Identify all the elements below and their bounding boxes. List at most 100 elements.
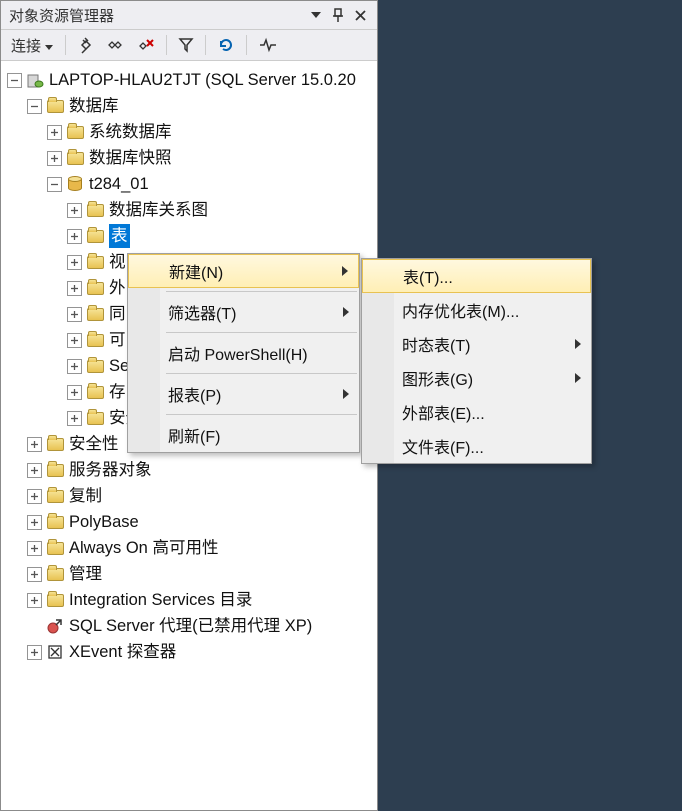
submenu-memory-label: 内存优化表(M)... bbox=[402, 298, 519, 322]
collapse-icon[interactable] bbox=[47, 177, 62, 192]
menu-filter-label: 筛选器(T) bbox=[168, 300, 236, 324]
submenu-arrow-icon bbox=[343, 389, 349, 399]
tree-db-diagrams-node[interactable]: 数据库关系图 bbox=[5, 197, 377, 223]
submenu-graph[interactable]: 图形表(G) bbox=[362, 361, 591, 395]
tree-management-node[interactable]: 管理 bbox=[5, 561, 377, 587]
folder-icon bbox=[66, 124, 84, 140]
server-icon bbox=[26, 72, 44, 88]
expand-icon[interactable] bbox=[27, 593, 42, 608]
folder-icon bbox=[46, 592, 64, 608]
db-diagrams-label: 数据库关系图 bbox=[109, 198, 208, 223]
close-icon[interactable] bbox=[349, 4, 371, 26]
expand-icon[interactable] bbox=[67, 333, 82, 348]
expand-icon[interactable] bbox=[27, 541, 42, 556]
filter-icon[interactable] bbox=[175, 32, 197, 58]
tree-always-on-node[interactable]: Always On 高可用性 bbox=[5, 535, 377, 561]
expand-icon[interactable] bbox=[47, 151, 62, 166]
menu-refresh[interactable]: 刷新(F) bbox=[128, 418, 359, 452]
expand-icon[interactable] bbox=[27, 515, 42, 530]
folder-icon bbox=[86, 254, 104, 270]
tree-replication-node[interactable]: 复制 bbox=[5, 483, 377, 509]
separator bbox=[166, 35, 167, 55]
replication-label: 复制 bbox=[69, 484, 102, 509]
tables-label: 表 bbox=[109, 224, 130, 249]
activity-icon[interactable] bbox=[255, 32, 281, 58]
menu-separator bbox=[166, 373, 357, 374]
menu-reports[interactable]: 报表(P) bbox=[128, 377, 359, 411]
folder-icon bbox=[46, 540, 64, 556]
folder-icon bbox=[86, 228, 104, 244]
tree-system-db-node[interactable]: 系统数据库 bbox=[5, 119, 377, 145]
userdb-label: t284_01 bbox=[89, 172, 149, 197]
tree-db-snapshot-node[interactable]: 数据库快照 bbox=[5, 145, 377, 171]
agent-label: SQL Server 代理(已禁用代理 XP) bbox=[69, 614, 312, 639]
tree-tables-node[interactable]: 表 bbox=[5, 223, 377, 249]
submenu-table-label: 表(T)... bbox=[403, 264, 453, 288]
integration-label: Integration Services 目录 bbox=[69, 588, 252, 613]
tree-xevent-node[interactable]: XEvent 探查器 bbox=[5, 639, 377, 665]
submenu-external[interactable]: 外部表(E)... bbox=[362, 395, 591, 429]
tree-userdb-node[interactable]: t284_01 bbox=[5, 171, 377, 197]
toolbar: 连接 bbox=[1, 29, 377, 61]
menu-refresh-label: 刷新(F) bbox=[168, 423, 220, 447]
databases-label: 数据库 bbox=[69, 94, 119, 119]
pin-icon[interactable] bbox=[327, 4, 349, 26]
panel-title: 对象资源管理器 bbox=[9, 5, 305, 26]
tree-agent-node[interactable]: SQL Server 代理(已禁用代理 XP) bbox=[5, 613, 377, 639]
submenu-file-label: 文件表(F)... bbox=[402, 434, 484, 458]
window-position-dropdown[interactable] bbox=[305, 4, 327, 26]
submenu-arrow-icon bbox=[575, 373, 581, 383]
menu-filter[interactable]: 筛选器(T) bbox=[128, 295, 359, 329]
folder-icon bbox=[46, 436, 64, 452]
tree-integration-node[interactable]: Integration Services 目录 bbox=[5, 587, 377, 613]
submenu-temporal[interactable]: 时态表(T) bbox=[362, 327, 591, 361]
expand-icon[interactable] bbox=[27, 463, 42, 478]
menu-powershell[interactable]: 启动 PowerShell(H) bbox=[128, 336, 359, 370]
submenu-arrow-icon bbox=[342, 266, 348, 276]
polybase-label: PolyBase bbox=[69, 510, 139, 535]
tree-server-objects-node[interactable]: 服务器对象 bbox=[5, 457, 377, 483]
collapse-icon[interactable] bbox=[7, 73, 22, 88]
collapse-icon[interactable] bbox=[27, 99, 42, 114]
menu-separator bbox=[166, 332, 357, 333]
connect-button[interactable]: 连接 bbox=[7, 32, 57, 58]
expand-icon[interactable] bbox=[67, 255, 82, 270]
tree-databases-node[interactable]: 数据库 bbox=[5, 93, 377, 119]
refresh-icon[interactable] bbox=[214, 32, 238, 58]
folder-icon bbox=[86, 384, 104, 400]
expand-icon[interactable] bbox=[67, 385, 82, 400]
expand-icon[interactable] bbox=[67, 359, 82, 374]
expand-icon[interactable] bbox=[27, 437, 42, 452]
disconnect-icon[interactable] bbox=[132, 32, 158, 58]
expand-icon[interactable] bbox=[27, 489, 42, 504]
folder-icon bbox=[46, 98, 64, 114]
expand-icon[interactable] bbox=[67, 203, 82, 218]
plug-group-icon[interactable] bbox=[102, 32, 128, 58]
expand-icon[interactable] bbox=[67, 229, 82, 244]
programmability-label: 可 bbox=[109, 328, 126, 353]
views-label: 视 bbox=[109, 250, 126, 275]
no-expand bbox=[27, 619, 42, 634]
panel-titlebar: 对象资源管理器 bbox=[1, 1, 377, 29]
expand-icon[interactable] bbox=[47, 125, 62, 140]
submenu-file[interactable]: 文件表(F)... bbox=[362, 429, 591, 463]
submenu-table[interactable]: 表(T)... bbox=[362, 259, 591, 293]
tree-polybase-node[interactable]: PolyBase bbox=[5, 509, 377, 535]
context-submenu: 表(T)... 内存优化表(M)... 时态表(T) 图形表(G) 外部表(E)… bbox=[361, 258, 592, 464]
security-label: 安全性 bbox=[69, 432, 119, 457]
expand-icon[interactable] bbox=[27, 567, 42, 582]
folder-icon bbox=[86, 332, 104, 348]
menu-separator bbox=[166, 291, 357, 292]
menu-new[interactable]: 新建(N) bbox=[128, 254, 359, 288]
context-menu: 新建(N) 筛选器(T) 启动 PowerShell(H) 报表(P) 刷新(F… bbox=[127, 253, 360, 453]
plug-connect-icon[interactable] bbox=[74, 32, 98, 58]
expand-icon[interactable] bbox=[27, 645, 42, 660]
expand-icon[interactable] bbox=[67, 281, 82, 296]
submenu-memory[interactable]: 内存优化表(M)... bbox=[362, 293, 591, 327]
menu-reports-label: 报表(P) bbox=[168, 382, 221, 406]
tree-server-node[interactable]: LAPTOP-HLAU2TJT (SQL Server 15.0.20 bbox=[5, 67, 377, 93]
expand-icon[interactable] bbox=[67, 411, 82, 426]
folder-icon bbox=[86, 280, 104, 296]
expand-icon[interactable] bbox=[67, 307, 82, 322]
menu-powershell-label: 启动 PowerShell(H) bbox=[168, 341, 308, 365]
